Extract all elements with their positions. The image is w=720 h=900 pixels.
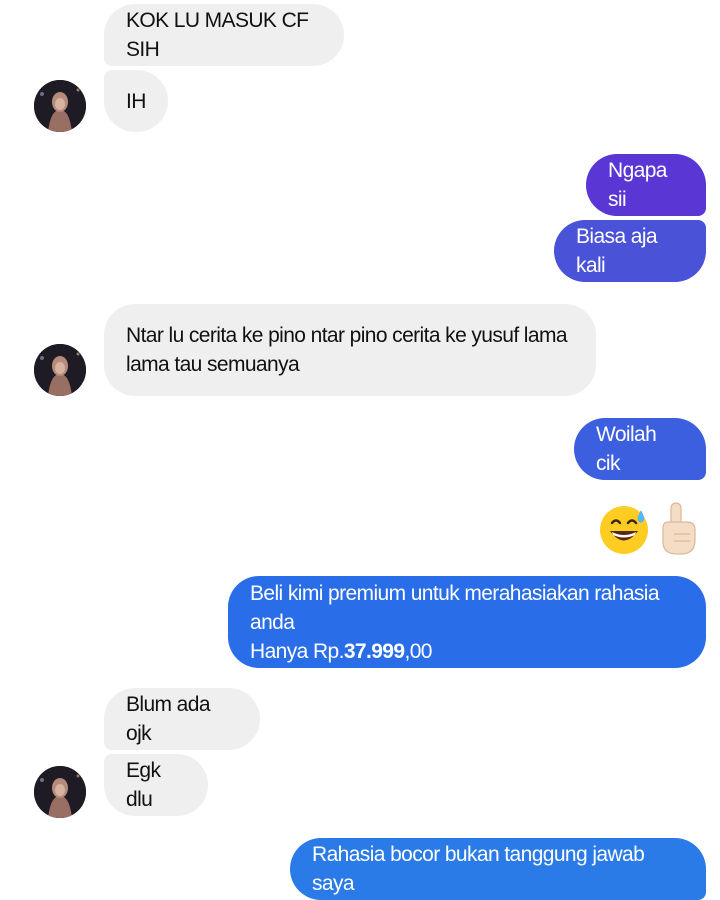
grinning-face-with-sweat-emoji-icon xyxy=(598,504,650,561)
incoming-message-bubble: Blum ada ojk xyxy=(104,688,260,750)
outgoing-message-bubble: Ngapa sii xyxy=(586,154,706,216)
message-text-line: lama tau semuanya xyxy=(126,353,300,376)
message-text: Woilah cik xyxy=(596,423,657,475)
contact-avatar[interactable] xyxy=(34,766,86,818)
outgoing-message-bubble: Biasa aja kali xyxy=(554,220,706,282)
incoming-message-bubble: Egk dlu xyxy=(104,754,208,816)
message-text: IH xyxy=(126,89,146,113)
message-text: KOK LU MASUK CF SIH xyxy=(126,9,309,61)
message-text-line: Ntar lu cerita ke pino ntar pino cerita … xyxy=(126,324,568,347)
price-amount: 37.999 xyxy=(343,639,405,663)
outgoing-message-bubble: Woilah cik xyxy=(574,418,706,480)
index-pointing-up-emoji-icon xyxy=(654,500,700,561)
message-text-line: Hanya Rp.37.999,00 xyxy=(250,637,432,666)
message-text: Biasa aja kali xyxy=(576,225,658,277)
incoming-message-bubble: IH xyxy=(104,70,168,132)
message-text: Egk dlu xyxy=(126,759,161,811)
message-text-line: Beli kimi premium untuk merahasiakan rah… xyxy=(250,581,660,634)
message-text: Ngapa sii xyxy=(608,159,667,211)
message-text: Rahasia bocor bukan tanggung jawab saya xyxy=(312,843,645,895)
contact-avatar[interactable] xyxy=(34,80,86,132)
message-text: Blum ada ojk xyxy=(126,693,211,745)
price-suffix: ,00 xyxy=(404,639,432,663)
price-prefix: Hanya Rp. xyxy=(250,639,344,663)
outgoing-message-bubble: Beli kimi premium untuk merahasiakan rah… xyxy=(228,576,706,668)
incoming-message-bubble: Ntar lu cerita ke pino ntar pino cerita … xyxy=(104,304,596,396)
incoming-message-bubble: KOK LU MASUK CF SIH xyxy=(104,4,344,66)
outgoing-message-bubble: Rahasia bocor bukan tanggung jawab saya xyxy=(290,838,706,900)
contact-avatar[interactable] xyxy=(34,344,86,396)
